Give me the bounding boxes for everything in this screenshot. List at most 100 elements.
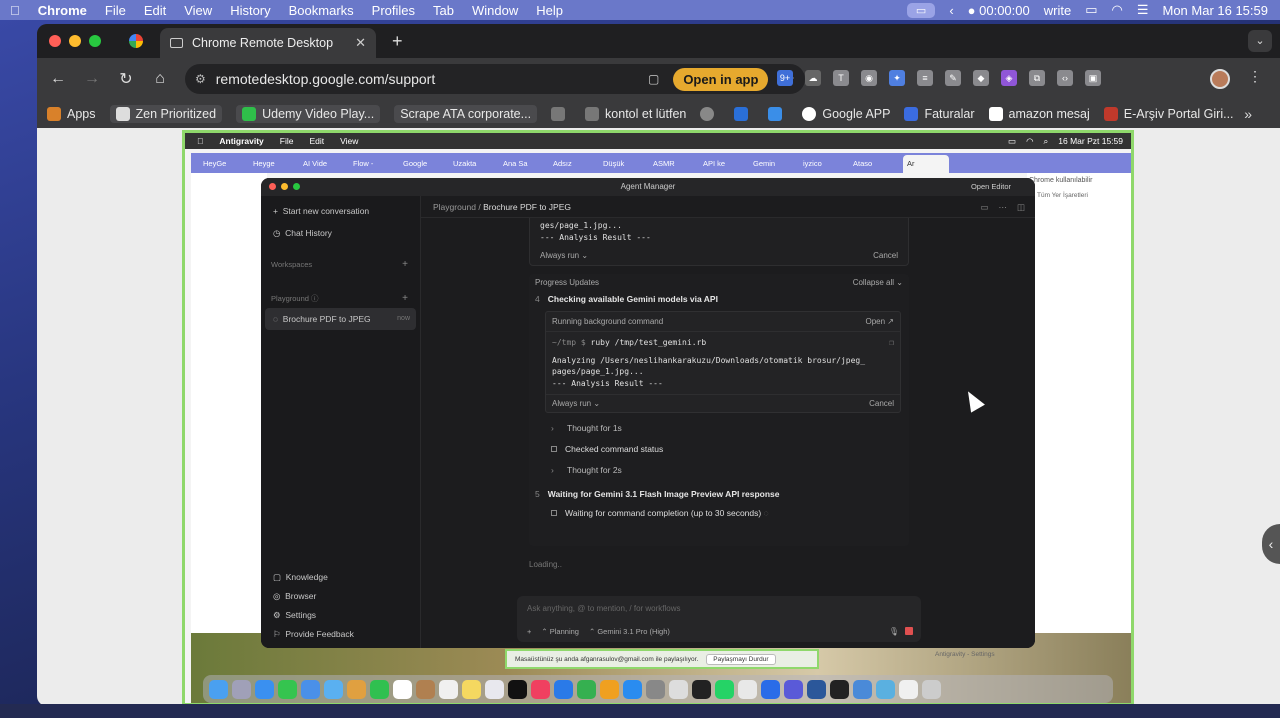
remote-tab[interactable]: Uzakta (453, 159, 499, 168)
launchpad-icon[interactable] (232, 679, 251, 699)
add-workspace-icon[interactable]: + (402, 256, 408, 274)
freeform-icon[interactable] (485, 679, 504, 699)
home-button[interactable]: ⌂ (143, 70, 177, 88)
zoom-window-button[interactable] (89, 35, 101, 47)
trash-icon[interactable] (922, 679, 941, 699)
bookmark-gear[interactable] (700, 107, 720, 121)
bookmark-s[interactable] (734, 107, 754, 121)
chevron-left-icon[interactable]: ‹ (949, 3, 953, 18)
remote-apple-icon[interactable]:  (197, 136, 203, 146)
open-command-button[interactable]: Open ↗ (865, 317, 894, 326)
bookmark-kontol[interactable]: kontol et lütfen (585, 107, 686, 121)
chat-composer[interactable]: Ask anything, @ to mention, / for workfl… (517, 596, 921, 642)
cancel-button[interactable]: Cancel (873, 251, 898, 260)
remote-tab[interactable]: Ataso (853, 159, 899, 168)
agent-close-button[interactable] (269, 183, 276, 190)
more-icon[interactable]: ⋯ (998, 196, 1007, 218)
menu-window[interactable]: Window (472, 3, 518, 18)
bookmark-scrape-ata[interactable]: Scrape ATA corporate... (394, 105, 538, 123)
remote-tab[interactable]: Ana Sa (503, 159, 549, 168)
bookmark-faturalar[interactable]: Faturalar (904, 107, 975, 121)
chat-history-button[interactable]: ◷ Chat History (261, 222, 420, 244)
close-tab-icon[interactable]: ✕ (355, 35, 366, 51)
remote-status-icon[interactable]: ▭ (1008, 136, 1016, 147)
remote-menu-view[interactable]: View (340, 136, 358, 146)
remote-tab[interactable]: Adsız (553, 159, 599, 168)
microphone-icon[interactable]: 🎙 (889, 627, 899, 636)
remote-tab[interactable]: Google (403, 159, 449, 168)
collapse-all-button[interactable]: Collapse all ⌄ (853, 278, 903, 287)
remote-tab[interactable]: HeyGe (203, 159, 249, 168)
downloads-folder-icon[interactable] (876, 679, 895, 699)
mail-icon[interactable] (301, 679, 320, 699)
checked-status-item[interactable]: Checked command status (551, 444, 909, 454)
purple-extension-icon[interactable]: ◈ (1001, 70, 1017, 86)
numbers-icon[interactable] (577, 679, 596, 699)
tab-search-button[interactable]: ⌄ (1248, 30, 1272, 52)
preview-icon[interactable] (853, 679, 872, 699)
remote-tab[interactable]: API ke (703, 159, 749, 168)
menu-view[interactable]: View (184, 3, 212, 18)
record-timer[interactable]: ● 00:00:00 (968, 3, 1030, 18)
mode-dropdown[interactable]: ⌃ Planning (541, 627, 579, 636)
always-run-dropdown-2[interactable]: Always run ⌄ (552, 399, 600, 408)
apple-menu-icon[interactable]:  (10, 3, 20, 18)
copy-icon[interactable]: ❐ (889, 337, 894, 349)
composer-input[interactable]: Ask anything, @ to mention, / for workfl… (527, 604, 681, 613)
thought-1s-toggle[interactable]: › Thought for 1s (551, 423, 909, 433)
thought-2s-toggle[interactable]: › Thought for 2s (551, 465, 909, 475)
remote-datetime[interactable]: 16 Mar Pzt 15:59 (1058, 136, 1123, 146)
google-tab-icon[interactable] (129, 34, 143, 48)
remote-tab[interactable]: Heyge (253, 159, 299, 168)
add-playground-icon[interactable]: + (402, 290, 408, 308)
clipboard-icon[interactable]: ▢ (648, 72, 659, 86)
remote-side-panel-toggle[interactable]: ‹ (1262, 524, 1280, 564)
browser-button[interactable]: ◎ Browser (261, 587, 421, 606)
remote-tab[interactable]: Düşük (603, 159, 649, 168)
notes-icon[interactable] (462, 679, 481, 699)
forward-button[interactable]: → (75, 70, 109, 88)
text-extension-icon[interactable]: T (833, 70, 849, 86)
reminders-icon[interactable] (439, 679, 458, 699)
word-icon[interactable] (807, 679, 826, 699)
finder-icon[interactable] (209, 679, 228, 699)
wifi-icon[interactable]: ◠ (1111, 2, 1122, 18)
safari-icon[interactable] (255, 679, 274, 699)
iphone-mirroring-icon[interactable] (669, 679, 688, 699)
remote-tab[interactable]: iyzico (803, 159, 849, 168)
remote-tab[interactable]: ASMR (653, 159, 699, 168)
camera-extension-icon[interactable]: ◉ (861, 70, 877, 86)
bookmark-apps[interactable]: Apps (47, 107, 96, 121)
remote-menu-edit[interactable]: Edit (309, 136, 324, 146)
system-settings-icon[interactable] (646, 679, 665, 699)
tv-icon[interactable] (508, 679, 527, 699)
bookmark-mail[interactable] (768, 107, 788, 121)
back-button[interactable]: ← (41, 70, 75, 88)
lock-extension-icon[interactable]: ◆ (973, 70, 989, 86)
tab-chrome-remote-desktop[interactable]: Chrome Remote Desktop ✕ (160, 28, 376, 58)
chrome-dock-icon[interactable] (738, 679, 757, 699)
remote-tab-active[interactable]: Ar (903, 155, 949, 173)
remote-tab[interactable]: AI Vide (303, 159, 349, 168)
bookmark-udemy[interactable]: Udemy Video Play... (236, 105, 381, 123)
cancel-button-2[interactable]: Cancel (869, 399, 894, 408)
breadcrumb-root[interactable]: Playground (433, 202, 476, 212)
knowledge-button[interactable]: ▢ Knowledge (261, 568, 421, 587)
puzzle-extension-icon[interactable]: ✦ (889, 70, 905, 86)
remote-app-name[interactable]: Antigravity (219, 136, 263, 146)
facetime-icon[interactable] (370, 679, 389, 699)
whatsapp-icon[interactable] (715, 679, 734, 699)
open-editor-button[interactable]: Open Editor (971, 178, 1011, 196)
start-new-conversation-button[interactable]: + Start new conversation (261, 200, 420, 222)
remote-tab[interactable]: Gemin (753, 159, 799, 168)
bookmark-e-arsiv[interactable]: E-Arşiv Portal Giri... (1103, 107, 1234, 121)
battery-icon[interactable]: ▭ (1085, 2, 1097, 18)
menu-tab[interactable]: Tab (433, 3, 454, 18)
extensions-menu-icon[interactable]: ⧉ (1029, 70, 1045, 86)
music-icon[interactable] (531, 679, 550, 699)
bookmark-google-app[interactable]: Google APP (802, 107, 890, 121)
sidepanel-icon[interactable]: ▣ (1085, 70, 1101, 86)
minimize-window-button[interactable] (69, 35, 81, 47)
more-bookmarks-icon[interactable]: » (1244, 106, 1252, 122)
calendar-icon[interactable] (393, 679, 412, 699)
